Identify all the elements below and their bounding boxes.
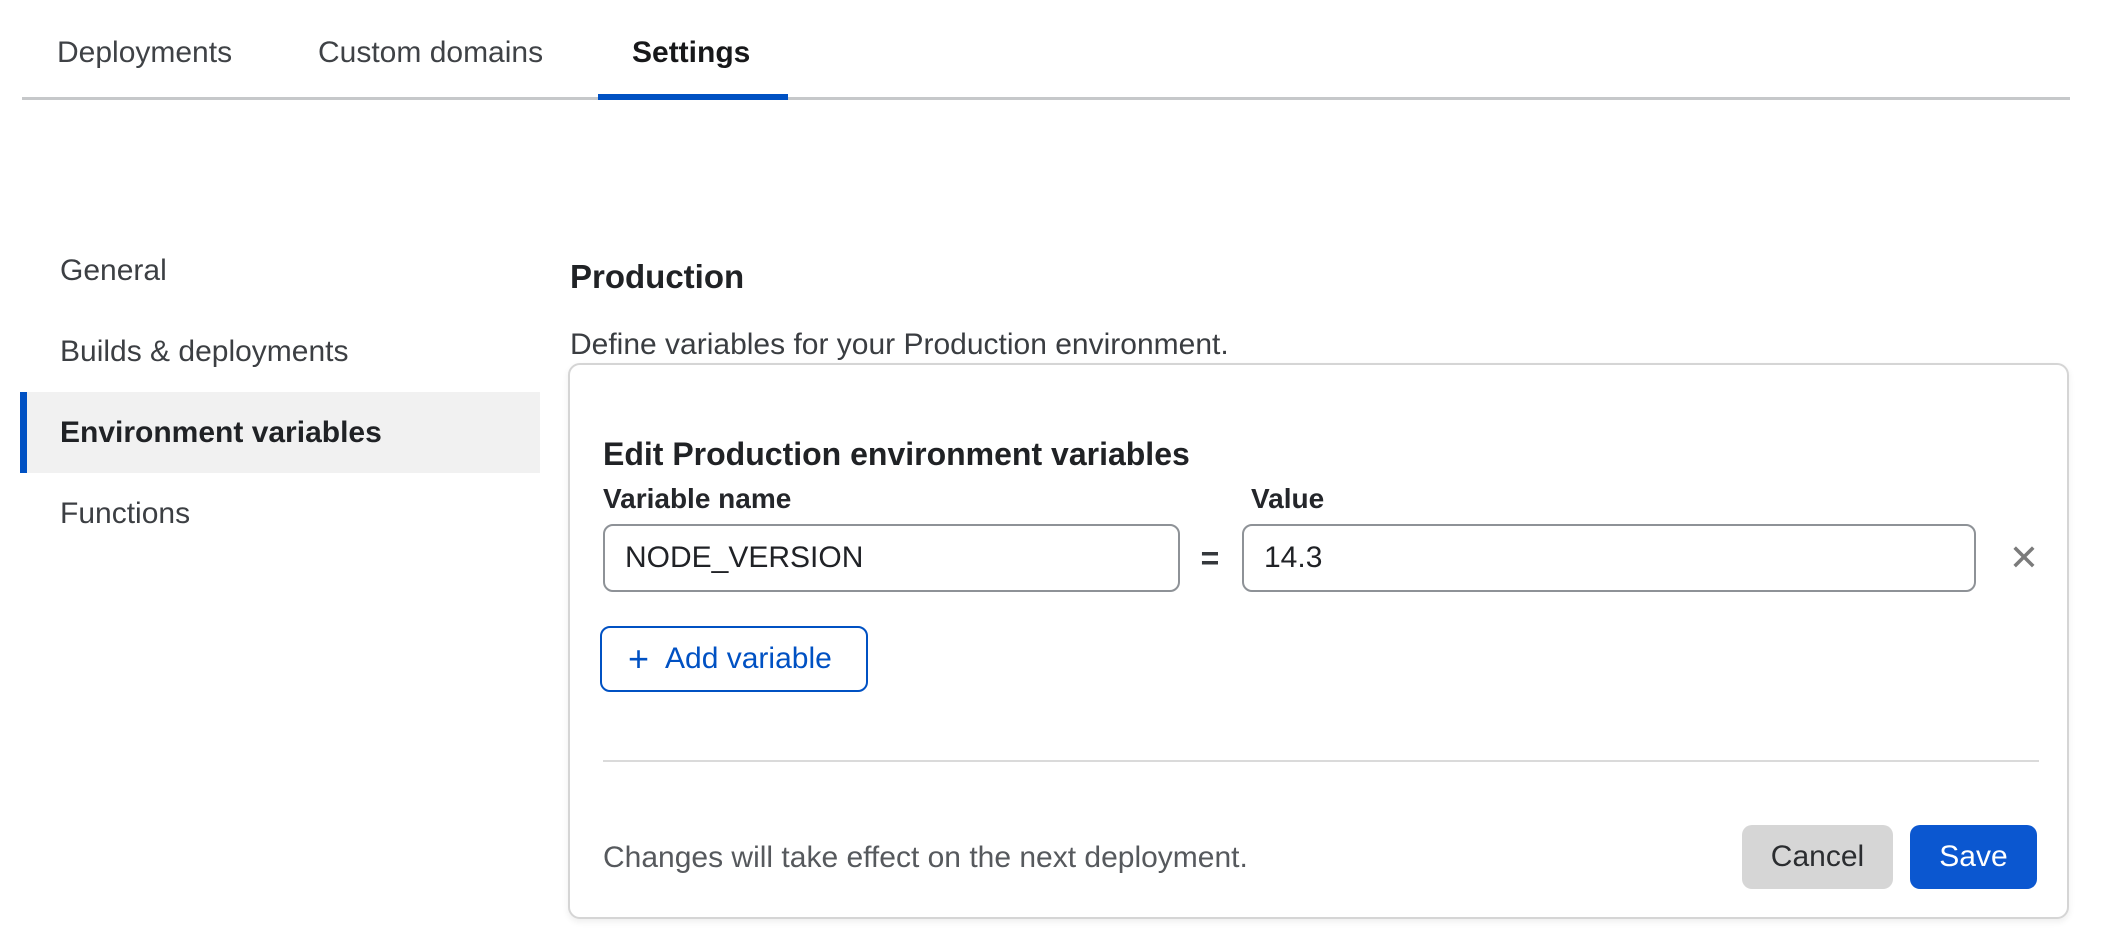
sidebar-item-environment-variables[interactable]: Environment variables	[20, 392, 540, 473]
value-label: Value	[1251, 483, 1324, 515]
variable-name-label: Variable name	[603, 483, 791, 515]
close-icon: ✕	[2009, 540, 2039, 576]
variable-name-input[interactable]	[603, 524, 1180, 592]
tab-custom-domains[interactable]: Custom domains	[318, 30, 543, 76]
card-footer-divider	[603, 760, 2039, 762]
active-tab-underline	[598, 94, 788, 100]
sidebar-item-general[interactable]: General	[20, 230, 540, 311]
tab-bar: Deployments Custom domains Settings	[0, 0, 2121, 102]
equals-sign: =	[1190, 524, 1230, 592]
footer-note: Changes will take effect on the next dep…	[603, 841, 1248, 875]
settings-sidebar: General Builds & deployments Environment…	[20, 230, 540, 554]
add-variable-label: Add variable	[665, 642, 832, 676]
tab-deployments[interactable]: Deployments	[57, 30, 232, 76]
edit-environment-variables-card: Edit Production environment variables Va…	[568, 363, 2069, 919]
section-description: Define variables for your Production env…	[570, 328, 1229, 362]
remove-variable-button[interactable]: ✕	[1998, 532, 2050, 584]
plus-icon: +	[628, 641, 649, 677]
sidebar-item-builds-deployments[interactable]: Builds & deployments	[20, 311, 540, 392]
card-title: Edit Production environment variables	[603, 436, 1190, 473]
environment-variables-settings-page: Deployments Custom domains Settings Gene…	[0, 0, 2121, 948]
value-input[interactable]	[1242, 524, 1976, 592]
add-variable-button[interactable]: + Add variable	[600, 626, 868, 692]
section-title: Production	[570, 258, 744, 296]
tab-settings[interactable]: Settings	[632, 30, 750, 76]
sidebar-item-functions[interactable]: Functions	[20, 473, 540, 554]
save-button[interactable]: Save	[1910, 825, 2037, 889]
tab-bar-divider	[22, 97, 2070, 100]
cancel-button[interactable]: Cancel	[1742, 825, 1893, 889]
